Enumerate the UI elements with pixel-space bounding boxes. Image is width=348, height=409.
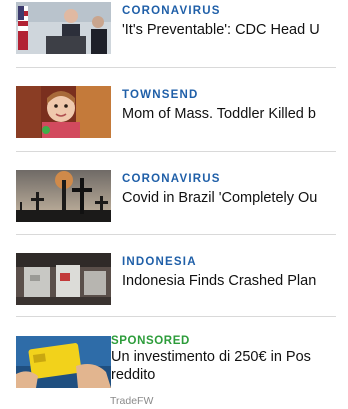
category-label[interactable]: CORONAVIRUS xyxy=(122,173,221,185)
sponsored-item[interactable]: SPONSORED Un investimento di 250€ in Pos… xyxy=(16,333,336,409)
divider xyxy=(16,234,336,235)
headline[interactable]: Covid in Brazil 'Completely Ou xyxy=(122,190,336,206)
news-item-indonesia[interactable]: INDONESIA Indonesia Finds Crashed Plan xyxy=(16,251,336,311)
sponsored-headline[interactable]: Un investimento di 250€ in Pos reddito xyxy=(111,348,341,384)
category-label[interactable]: INDONESIA xyxy=(122,256,197,268)
divider xyxy=(16,316,336,317)
news-item-brazil[interactable]: CORONAVIRUS Covid in Brazil 'Completely … xyxy=(16,168,336,228)
category-label[interactable]: CORONAVIRUS xyxy=(122,5,221,17)
headline[interactable]: 'It's Preventable': CDC Head U xyxy=(122,22,336,38)
thumbnail-cdc-press-briefing[interactable] xyxy=(16,2,111,54)
thumbnail-cemetery-crosses[interactable] xyxy=(16,170,111,222)
thumbnail-toddler-photo[interactable] xyxy=(16,86,111,138)
divider xyxy=(16,151,336,152)
news-item-cdc[interactable]: CORONAVIRUS 'It's Preventable': CDC Head… xyxy=(16,0,336,60)
headline[interactable]: Indonesia Finds Crashed Plan xyxy=(122,273,336,289)
divider xyxy=(16,67,336,68)
headline[interactable]: Mom of Mass. Toddler Killed b xyxy=(122,106,336,122)
thumbnail-plane-debris[interactable] xyxy=(16,253,111,305)
sponsored-label: SPONSORED xyxy=(111,335,190,347)
news-item-townsend[interactable]: TOWNSEND Mom of Mass. Toddler Killed b xyxy=(16,84,336,144)
thumbnail-sponsored-card[interactable] xyxy=(16,336,111,388)
category-label[interactable]: TOWNSEND xyxy=(122,89,198,101)
advertiser-name[interactable]: TradeFW xyxy=(110,395,153,407)
